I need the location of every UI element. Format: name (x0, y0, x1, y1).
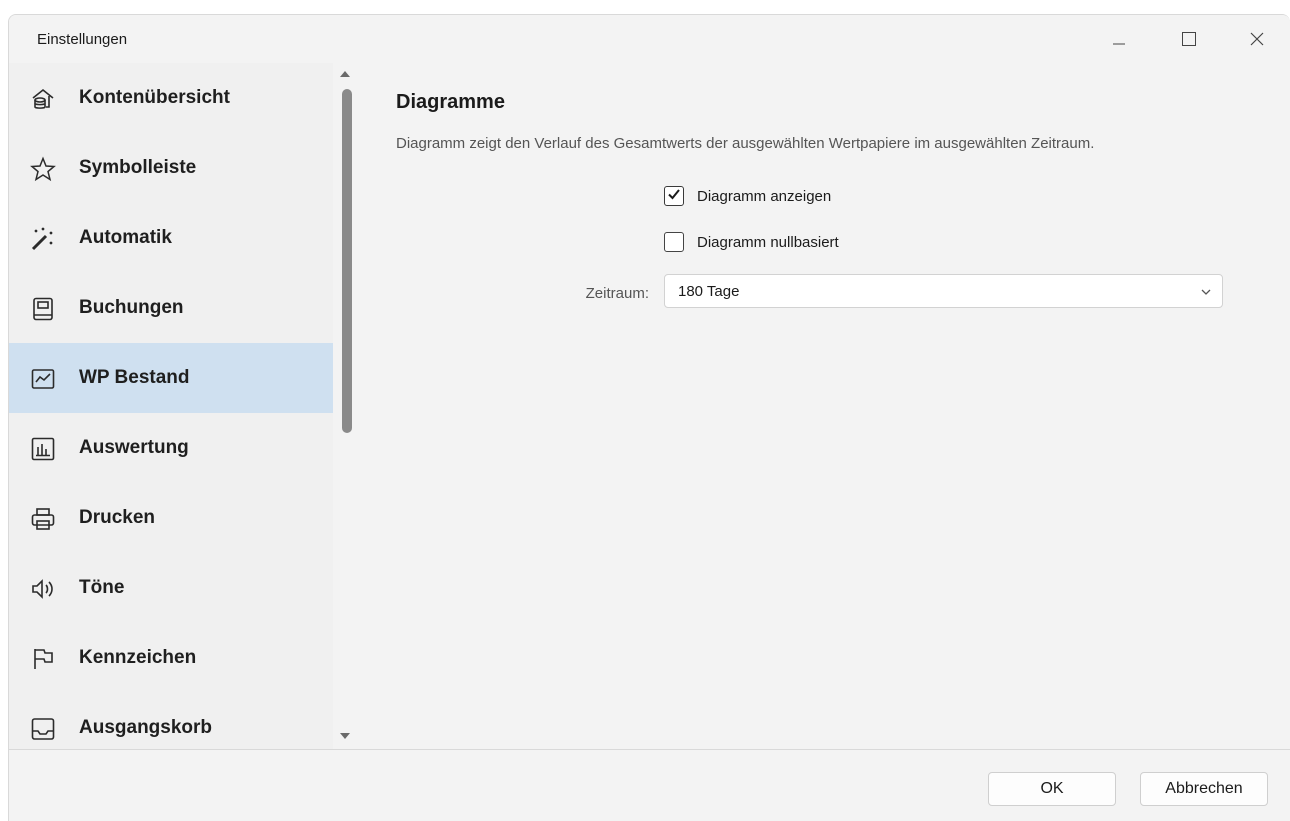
window-title: Einstellungen (37, 31, 128, 48)
sidebar-item-toene[interactable]: Töne (9, 553, 333, 623)
checkmark-icon (667, 187, 681, 206)
minimize-icon (1112, 32, 1126, 46)
account-overview-icon (29, 85, 57, 113)
close-icon (1249, 31, 1265, 47)
period-select[interactable]: 180 Tage (664, 274, 1223, 308)
dialog-footer: OK Abbrechen (9, 749, 1290, 821)
close-button[interactable] (1235, 21, 1279, 57)
scroll-up-arrow-icon[interactable] (340, 71, 350, 77)
zero-based-checkbox[interactable] (664, 232, 684, 252)
book-icon (29, 295, 57, 323)
flag-icon (29, 645, 57, 673)
star-icon (29, 155, 57, 183)
sidebar-item-label: Kontenübersicht (79, 87, 230, 108)
sidebar-scrollbar[interactable] (335, 63, 353, 749)
bar-chart-icon (29, 435, 57, 463)
background-edge (0, 0, 8, 821)
sidebar-item-ausgangskorb[interactable]: Ausgangskorb (9, 693, 333, 749)
magic-wand-icon (29, 225, 57, 253)
maximize-button[interactable] (1167, 21, 1211, 57)
sidebar-item-automatik[interactable]: Automatik (9, 203, 333, 273)
line-chart-icon (29, 365, 57, 393)
cancel-button[interactable]: Abbrechen (1140, 772, 1268, 806)
period-select-value: 180 Tage (678, 283, 740, 300)
sidebar-item-label: Auswertung (79, 437, 189, 458)
sidebar-item-buchungen[interactable]: Buchungen (9, 273, 333, 343)
period-label: Zeitraum: (585, 285, 649, 302)
sidebar-item-kontenuebersicht[interactable]: Kontenübersicht (9, 63, 333, 133)
scrollbar-thumb[interactable] (342, 89, 352, 433)
show-chart-option[interactable]: Diagramm anzeigen (664, 184, 831, 208)
sidebar-item-drucken[interactable]: Drucken (9, 483, 333, 553)
minimize-button[interactable] (1097, 21, 1141, 57)
sidebar-item-label: WP Bestand (79, 367, 190, 388)
sidebar-item-label: Symbolleiste (79, 157, 197, 178)
show-chart-label: Diagramm anzeigen (697, 187, 832, 205)
sidebar-item-label: Kennzeichen (79, 647, 197, 668)
section-description: Diagramm zeigt den Verlauf des Gesamtwer… (396, 135, 1095, 152)
sidebar-item-kennzeichen[interactable]: Kennzeichen (9, 623, 333, 693)
title-bar: Einstellungen (9, 15, 1290, 63)
zero-based-option[interactable]: Diagramm nullbasiert (664, 230, 839, 254)
sidebar-item-label: Ausgangskorb (79, 717, 213, 738)
speaker-icon (29, 575, 57, 603)
settings-content: Diagramme Diagramm zeigt den Verlauf des… (353, 63, 1290, 749)
settings-dialog: Einstellungen Kontenübersicht Symbolleis… (8, 14, 1290, 821)
ok-button[interactable]: OK (988, 772, 1116, 806)
sidebar-item-label: Buchungen (79, 297, 184, 318)
sidebar-item-wp-bestand[interactable]: WP Bestand (9, 343, 333, 413)
maximize-icon (1181, 31, 1197, 47)
settings-sidebar: Kontenübersicht Symbolleiste Automatik B… (9, 63, 333, 749)
sidebar-item-auswertung[interactable]: Auswertung (9, 413, 333, 483)
sidebar-item-label: Automatik (79, 227, 172, 248)
section-title: Diagramme (396, 91, 505, 113)
sidebar-item-symbolleiste[interactable]: Symbolleiste (9, 133, 333, 203)
zero-based-label: Diagramm nullbasiert (697, 233, 839, 251)
chevron-down-icon (1200, 285, 1212, 303)
scroll-down-arrow-icon[interactable] (340, 733, 350, 739)
printer-icon (29, 505, 57, 533)
show-chart-checkbox[interactable] (664, 186, 684, 206)
outbox-icon (29, 715, 57, 743)
sidebar-item-label: Drucken (79, 507, 156, 528)
sidebar-item-label: Töne (79, 577, 125, 598)
